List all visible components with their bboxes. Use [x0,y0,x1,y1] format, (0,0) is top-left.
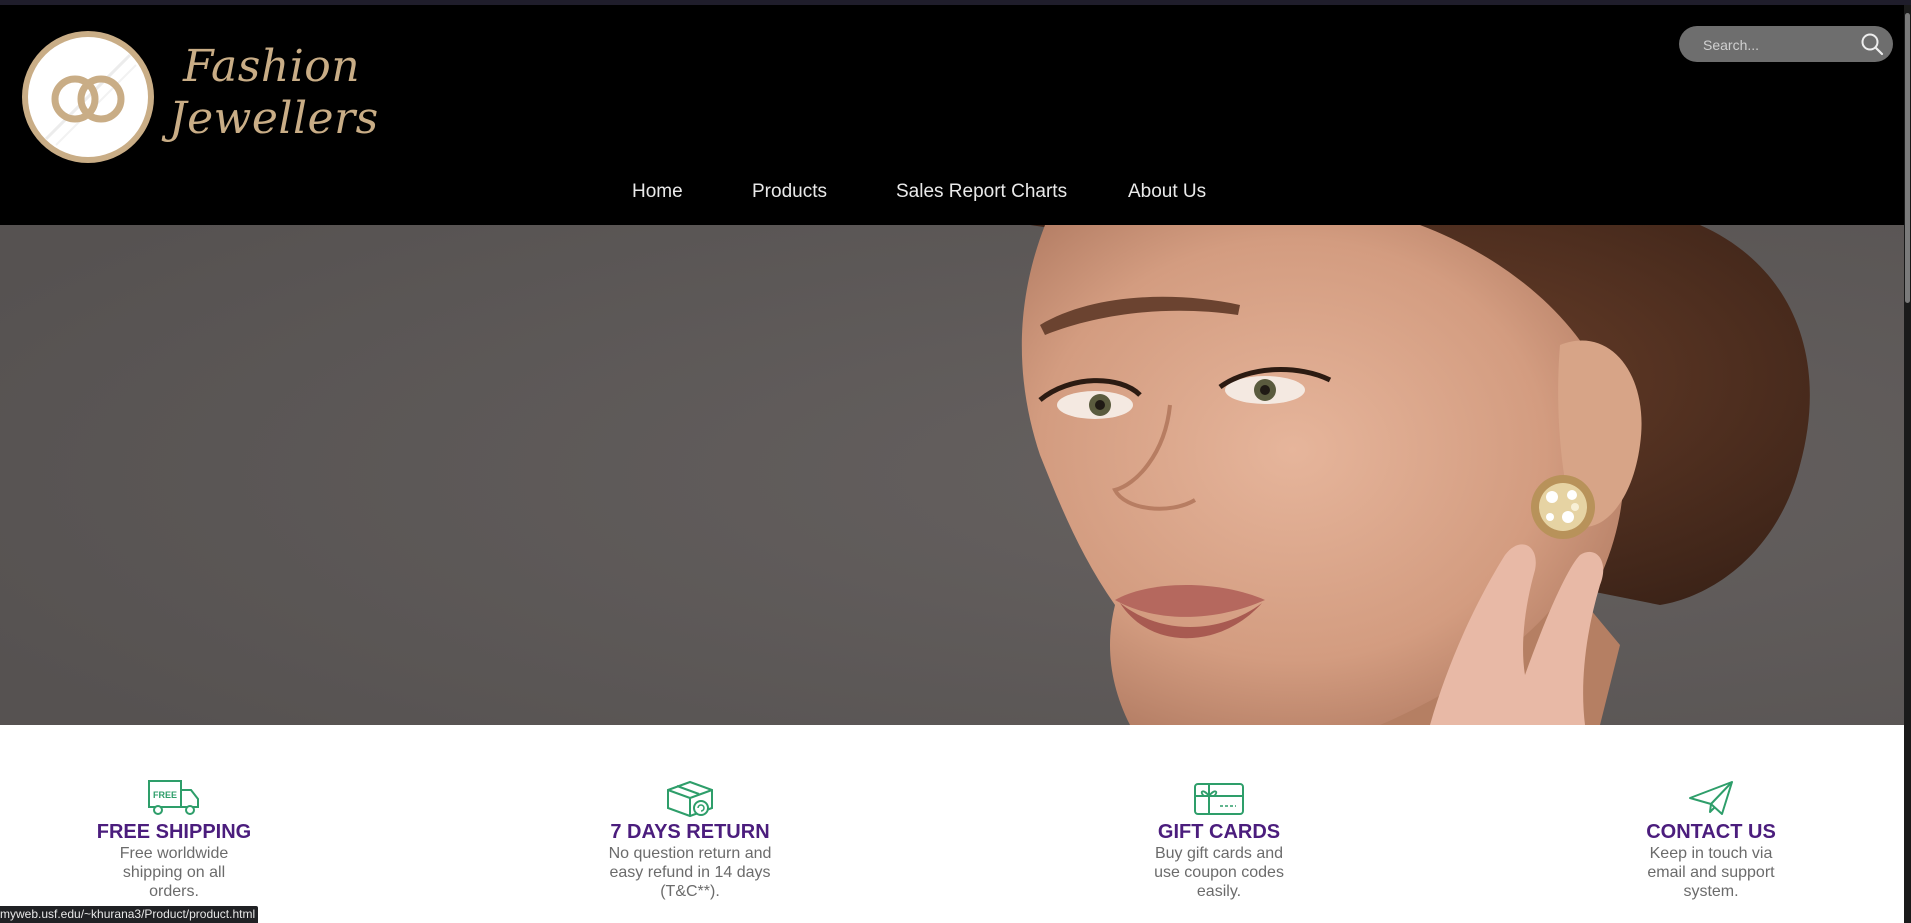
gift-card-icon [1194,783,1244,815]
nav-sales-report-charts[interactable]: Sales Report Charts [896,181,1067,203]
feature-title: 7 DAYS RETURN [610,821,770,843]
main-nav: Home Products Sales Report Charts About … [0,181,1911,221]
search-icon[interactable] [1859,31,1885,57]
feature-title: FREE SHIPPING [96,821,252,843]
hero-model-image [0,225,1911,725]
paper-plane-icon [1689,781,1733,815]
features-section: FREE FREE SHIPPING Free worldwide shippi… [0,725,1911,923]
free-delivery-truck-icon: FREE [148,780,199,815]
feature-description: Buy gift cards and use coupon codes easi… [1154,845,1284,900]
page: Fashion Jewellers Home Products Sales Re… [0,0,1911,923]
feature-title: GIFT CARDS [1157,821,1281,843]
feature-7-days-return: 7 DAYS RETURN No question return and eas… [580,778,800,901]
feature-free-shipping: FREE FREE SHIPPING Free worldwide shippi… [64,778,284,901]
brand-name-line2: Jewellers [169,93,379,144]
feature-gift-cards: GIFT CARDS Buy gift cards and use coupon… [1109,778,1329,901]
feature-description: Free worldwide shipping on all orders. [119,845,229,900]
brand-name-line1: Fashion [183,41,361,92]
brand-name: Fashion Jewellers [163,41,379,145]
search-input[interactable] [1701,26,1855,64]
hero-banner [0,225,1911,725]
interlocked-rings-icon [22,31,154,163]
brand-logo-link[interactable]: Fashion Jewellers [18,27,378,172]
site-header: Fashion Jewellers Home Products Sales Re… [0,5,1911,225]
page-scrollbar[interactable] [1904,5,1911,923]
feature-title: CONTACT US [1646,821,1776,843]
feature-description: Keep in touch via email and support syst… [1647,845,1775,900]
nav-products[interactable]: Products [752,181,827,203]
scrollbar-thumb[interactable] [1905,13,1910,303]
free-badge-text: FREE [153,790,177,800]
feature-contact-us[interactable]: CONTACT US Keep in touch via email and s… [1601,778,1821,901]
return-box-icon [667,780,713,818]
nav-home[interactable]: Home [632,181,683,203]
nav-about-us[interactable]: About Us [1128,181,1206,203]
feature-description: No question return and easy refund in 14… [608,845,772,900]
link-status-url: myweb.usf.edu/~khurana3/Product/product.… [0,906,259,923]
search-box [1679,26,1893,64]
